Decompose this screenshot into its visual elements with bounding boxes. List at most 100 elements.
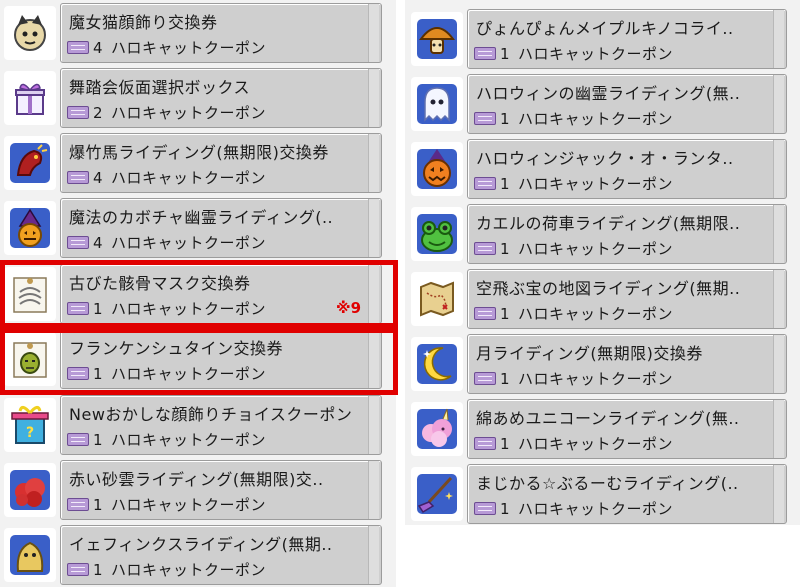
cost-row: 4 ハロキャットクーポン xyxy=(67,232,266,253)
item-panel: イェフィンクスライディング(無期.. 1 ハロキャットクーポン xyxy=(60,525,382,585)
item-name: フランケンシュタイン交換券 xyxy=(69,339,284,358)
item-panel: 月ライディング(無期限)交換券 1 ハロキャットクーポン xyxy=(467,334,787,394)
item-name: イェフィンクスライディング(無期.. xyxy=(69,535,333,554)
item-scrollbar xyxy=(773,75,784,133)
item-scrollbar xyxy=(368,69,379,127)
item-scrollbar xyxy=(368,461,379,519)
item-panel: 空飛ぶ宝の地図ライディング(無期.. 1 ハロキャットクーポン xyxy=(467,269,787,329)
item-scrollbar xyxy=(773,335,784,393)
item-scrollbar xyxy=(368,396,379,454)
cost-row: 4 ハロキャットクーポン xyxy=(67,167,266,188)
cost-row: 2 ハロキャットクーポン xyxy=(67,102,266,123)
cost-label: ハロキャットクーポン xyxy=(518,500,674,518)
item-name: 空飛ぶ宝の地図ライディング(無期.. xyxy=(476,279,741,298)
cost-qty: 1 xyxy=(500,434,511,453)
coupon-icon xyxy=(67,302,89,315)
item-name: 魔女猫顔飾り交換券 xyxy=(69,13,218,32)
coupon-icon xyxy=(474,307,496,320)
shop-list-right: ぴょんぴょんメイプルキノコライ.. 1 ハロキャットクーポン ハロウィンの幽霊ラ… xyxy=(405,0,800,525)
cost-qty: 1 xyxy=(500,174,511,193)
cost-label: ハロキャットクーポン xyxy=(518,240,674,258)
cost-row: 1 ハロキャットクーポン xyxy=(474,303,673,324)
cost-qty: 1 xyxy=(500,239,511,258)
coupon-icon xyxy=(67,563,89,576)
frankenstein-ticket-icon xyxy=(4,332,56,386)
cost-qty: 1 xyxy=(93,299,104,318)
coupon-icon xyxy=(67,41,89,54)
cost-row: 1 ハロキャットクーポン xyxy=(474,498,673,519)
coupon-icon xyxy=(67,367,89,380)
cost-qty: 4 xyxy=(93,38,104,57)
cost-label: ハロキャットクーポン xyxy=(518,370,674,388)
item-name: 赤い砂雲ライディング(無期限)交.. xyxy=(69,470,324,489)
coupon-icon xyxy=(474,177,496,190)
cost-label: ハロキャットクーポン xyxy=(111,104,267,122)
item-scrollbar xyxy=(368,4,379,62)
item-name: ハロウィンジャック・オ・ランタ.. xyxy=(476,149,734,168)
item-panel: 魔法のカボチャ幽霊ライディング(.. 4 ハロキャットクーポン xyxy=(60,198,382,258)
item-panel: ハロウィンの幽霊ライディング(無.. 1 ハロキャットクーポン xyxy=(467,74,787,134)
cost-qty: 4 xyxy=(93,233,104,252)
item-panel: フランケンシュタイン交換券 1 ハロキャットクーポン xyxy=(60,329,382,389)
cost-qty: 1 xyxy=(500,499,511,518)
item-panel: Newおかしな顔飾りチョイスクーポン 1 ハロキャットクーポン xyxy=(60,395,382,455)
cost-qty: 1 xyxy=(500,109,511,128)
item-panel: ぴょんぴょんメイプルキノコライ.. 1 ハロキャットクーポン xyxy=(467,9,787,69)
item-panel: まじかる☆ぶるーむライディング(.. 1 ハロキャットクーポン xyxy=(467,464,787,524)
cost-label: ハロキャットクーポン xyxy=(111,431,267,449)
coupon-icon xyxy=(474,112,496,125)
mystery-box-icon: ? xyxy=(4,398,56,452)
cost-row: 1 ハロキャットクーポン xyxy=(474,238,673,259)
cost-qty: 1 xyxy=(93,430,104,449)
cost-qty: 4 xyxy=(93,168,104,187)
item-scrollbar xyxy=(773,400,784,458)
cost-label: ハロキャットクーポン xyxy=(111,496,267,514)
coupon-icon xyxy=(474,502,496,515)
item-name: 月ライディング(無期限)交換券 xyxy=(476,344,703,363)
coupon-icon xyxy=(474,47,496,60)
cost-label: ハロキャットクーポン xyxy=(111,169,267,187)
frog-icon xyxy=(411,207,463,261)
cost-qty: 1 xyxy=(500,44,511,63)
cost-row: 1 ハロキャットクーポン xyxy=(67,429,266,450)
coupon-icon xyxy=(474,372,496,385)
cost-label: ハロキャットクーポン xyxy=(111,561,267,579)
sphinx-icon xyxy=(4,528,56,582)
item-name: カエルの荷車ライディング(無期限.. xyxy=(476,214,741,233)
coupon-icon xyxy=(474,437,496,450)
item-scrollbar xyxy=(368,265,379,323)
gift-box-icon xyxy=(4,71,56,125)
item-name: 綿あめユニコーンライディング(無.. xyxy=(476,409,740,428)
item-panel: 赤い砂雲ライディング(無期限)交.. 1 ハロキャットクーポン xyxy=(60,460,382,520)
item-name: 舞踏会仮面選択ボックス xyxy=(69,78,251,97)
item-scrollbar xyxy=(773,140,784,198)
cost-row: 1 ハロキャットクーポン xyxy=(67,559,266,580)
cost-qty: 2 xyxy=(93,103,104,122)
cost-label: ハロキャットクーポン xyxy=(111,39,267,57)
cost-row: 1 ハロキャットクーポン xyxy=(67,494,266,515)
item-panel: カエルの荷車ライディング(無期限.. 1 ハロキャットクーポン xyxy=(467,204,787,264)
item-scrollbar xyxy=(368,330,379,388)
annotation-note: ※9 xyxy=(336,299,362,317)
item-name: 爆竹馬ライディング(無期限)交換券 xyxy=(69,143,329,162)
cat-face-icon xyxy=(4,6,56,60)
cost-label: ハロキャットクーポン xyxy=(518,435,674,453)
skull-ticket-icon xyxy=(4,267,56,321)
svg-text:?: ? xyxy=(26,425,34,441)
item-scrollbar xyxy=(368,134,379,192)
item-panel: 古びた骸骨マスク交換券 1 ハロキャットクーポン xyxy=(60,264,382,324)
cost-row: 1 ハロキャットクーポン xyxy=(67,363,266,384)
cotton-candy-unicorn-icon xyxy=(411,402,463,456)
moon-icon xyxy=(411,337,463,391)
item-name: 魔法のカボチャ幽霊ライディング(.. xyxy=(69,208,334,227)
magic-broom-icon xyxy=(411,467,463,521)
cost-label: ハロキャットクーポン xyxy=(518,305,674,323)
cost-row: 1 ハロキャットクーポン xyxy=(474,108,673,129)
item-panel: 爆竹馬ライディング(無期限)交換券 4 ハロキャットクーポン xyxy=(60,133,382,193)
item-scrollbar xyxy=(368,526,379,584)
jack-o-lantern-icon xyxy=(411,142,463,196)
item-scrollbar xyxy=(773,465,784,523)
coupon-icon xyxy=(67,106,89,119)
cost-row: 4 ハロキャットクーポン xyxy=(67,37,266,58)
cost-qty: 1 xyxy=(500,369,511,388)
